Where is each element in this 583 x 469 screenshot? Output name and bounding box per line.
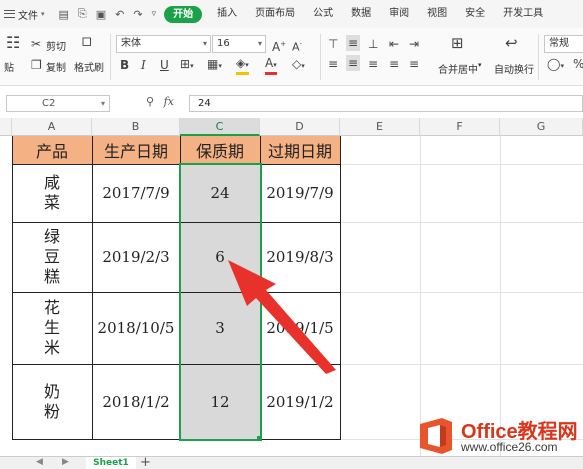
decrease-font-icon[interactable]: A- xyxy=(292,37,302,55)
chevron-down-icon: ▾ xyxy=(478,61,482,69)
zoom-icon[interactable]: ⚲ xyxy=(146,95,154,108)
align-top-icon[interactable]: ⊤ xyxy=(328,37,338,51)
clear-format-icon[interactable]: ◇▾ xyxy=(292,57,305,73)
chevron-down-icon: ▾ xyxy=(257,39,262,48)
increase-indent-icon[interactable]: ⇥ xyxy=(409,37,419,51)
tab-insert[interactable]: 插入 xyxy=(208,0,246,28)
ribbon-divider xyxy=(538,34,539,80)
decrease-indent-icon[interactable]: ⇤ xyxy=(389,37,399,51)
fill-color-icon[interactable]: ◈▾ xyxy=(236,56,249,75)
column-header-g[interactable]: G xyxy=(500,118,583,136)
copy-button[interactable]: 复制 xyxy=(46,59,66,74)
distributed-icon[interactable]: ≡ xyxy=(409,57,419,71)
increase-font-icon[interactable]: A+ xyxy=(272,37,286,54)
menu-bar: 文件 ▾ ▤ ⎘ ▣ ↶ ↷ ▿ 开始 插入 页面布局 公式 数据 审阅 视图 … xyxy=(0,0,583,28)
chevron-down-icon: ▾ xyxy=(100,99,105,108)
paste-icon[interactable]: ☷ xyxy=(6,35,20,51)
scissors-icon[interactable]: ✂ xyxy=(31,37,41,51)
fx-button[interactable]: fx xyxy=(164,95,174,108)
wrap-text-icon[interactable]: ↩ xyxy=(505,36,518,51)
column-header-f[interactable]: F xyxy=(420,118,500,136)
underline-icon[interactable]: U xyxy=(160,58,169,72)
paste-label[interactable]: 贴 xyxy=(4,59,14,74)
align-right-icon[interactable]: ≡ xyxy=(368,57,378,71)
prev-sheet-icon[interactable]: ◀ xyxy=(36,457,43,467)
formula-bar: C2 ▾ ⚲ fx 24 xyxy=(0,92,583,116)
percent-icon[interactable]: % xyxy=(573,57,583,71)
column-header-a[interactable]: A xyxy=(12,118,92,136)
column-header-d[interactable]: D xyxy=(260,118,340,136)
cell-style-icon[interactable]: ▦▾ xyxy=(207,57,222,73)
cell-reference: C2 xyxy=(42,98,56,109)
column-header-c[interactable]: C xyxy=(180,118,260,136)
merge-center-button[interactable]: 合并居中 xyxy=(438,61,478,76)
print-icon[interactable]: ⎘ xyxy=(78,7,87,21)
ribbon-divider xyxy=(320,34,321,80)
copy-icon[interactable]: ❐ xyxy=(31,58,42,72)
name-box[interactable]: C2 ▾ xyxy=(6,95,110,112)
align-left-icon[interactable]: ≡ xyxy=(328,57,338,71)
add-sheet-button[interactable]: + xyxy=(140,455,151,469)
save-icon[interactable]: ▤ xyxy=(59,8,69,21)
next-sheet-icon[interactable]: ▶ xyxy=(62,457,69,467)
column-headers: A B C D E F G xyxy=(0,118,583,136)
tab-developer[interactable]: 开发工具 xyxy=(494,0,552,28)
align-bottom-icon[interactable]: ⊥ xyxy=(368,37,378,51)
column-header-e[interactable]: E xyxy=(340,118,420,136)
watermark-url: www.office26.com xyxy=(461,440,558,454)
chevron-down-icon: ▾ xyxy=(202,39,207,48)
formula-input[interactable]: 24 xyxy=(189,95,583,112)
tab-security[interactable]: 安全 xyxy=(456,0,494,28)
tab-page-layout[interactable]: 页面布局 xyxy=(246,0,304,28)
italic-icon[interactable]: I xyxy=(141,58,146,72)
formula-buttons: ⚲ fx xyxy=(146,95,174,108)
office-logo-icon xyxy=(420,418,452,454)
sheet-tab-sheet1[interactable]: Sheet1 xyxy=(86,457,136,469)
bold-icon[interactable]: B xyxy=(120,58,129,72)
number-format-value: 常规 xyxy=(549,38,569,49)
format-painter-icon[interactable]: ▫ xyxy=(81,33,93,50)
currency-icon[interactable]: ◯▾ xyxy=(547,57,564,73)
formula-value: 24 xyxy=(198,98,211,109)
font-name-value: 宋体 xyxy=(121,38,141,49)
font-size-value: 16 xyxy=(217,38,230,49)
align-middle-icon[interactable]: ≡ xyxy=(346,35,361,51)
column-header-b[interactable]: B xyxy=(92,118,180,136)
font-name-select[interactable]: 宋体 ▾ xyxy=(116,35,211,53)
align-center-icon[interactable]: ≡ xyxy=(346,55,361,71)
file-menu-label: 文件 xyxy=(18,10,38,22)
chevron-down-icon: ▾ xyxy=(41,10,45,18)
merge-center-icon[interactable]: ⊞ xyxy=(451,36,464,51)
tab-home[interactable]: 开始 xyxy=(164,5,203,23)
annotation-arrow xyxy=(228,260,336,374)
spreadsheet-grid[interactable]: 产品 生产日期 保质期 过期日期 咸 菜 2017/7/9 24 2019/7/… xyxy=(0,136,583,456)
wrap-text-button[interactable]: 自动换行 xyxy=(494,61,534,76)
tab-view[interactable]: 视图 xyxy=(418,0,456,28)
watermark: Office教程网 www.office26.com xyxy=(413,413,583,461)
font-color-icon[interactable]: A▾ xyxy=(265,56,277,75)
customize-icon[interactable]: ▿ xyxy=(152,9,157,19)
ribbon: ☷ 贴 ✂ 剪切 ❐ 复制 ▫ 格式刷 宋体 ▾ 16 ▾ A+ A- B I … xyxy=(0,28,583,86)
undo-icon[interactable]: ↶ xyxy=(115,8,124,21)
ribbon-divider xyxy=(110,34,111,80)
number-format-select[interactable]: 常规 xyxy=(544,35,583,53)
file-menu[interactable]: 文件 ▾ xyxy=(0,7,45,22)
font-size-select[interactable]: 16 ▾ xyxy=(212,35,266,53)
select-all-corner[interactable] xyxy=(0,118,12,136)
tab-review[interactable]: 审阅 xyxy=(380,0,418,28)
tab-formulas[interactable]: 公式 xyxy=(304,0,342,28)
borders-icon[interactable]: ⊞▾ xyxy=(180,57,194,73)
hamburger-icon xyxy=(4,10,15,18)
justify-icon[interactable]: ≡ xyxy=(389,57,399,71)
arrow-shape xyxy=(228,260,336,374)
redo-icon[interactable]: ↷ xyxy=(133,8,142,21)
tab-data[interactable]: 数据 xyxy=(342,0,380,28)
format-painter-button[interactable]: 格式刷 xyxy=(74,59,104,74)
cut-button[interactable]: 剪切 xyxy=(46,38,66,53)
print-preview-icon[interactable]: ▣ xyxy=(96,8,106,21)
quick-access-toolbar: ▤ ⎘ ▣ ↶ ↷ ▿ xyxy=(59,7,157,21)
